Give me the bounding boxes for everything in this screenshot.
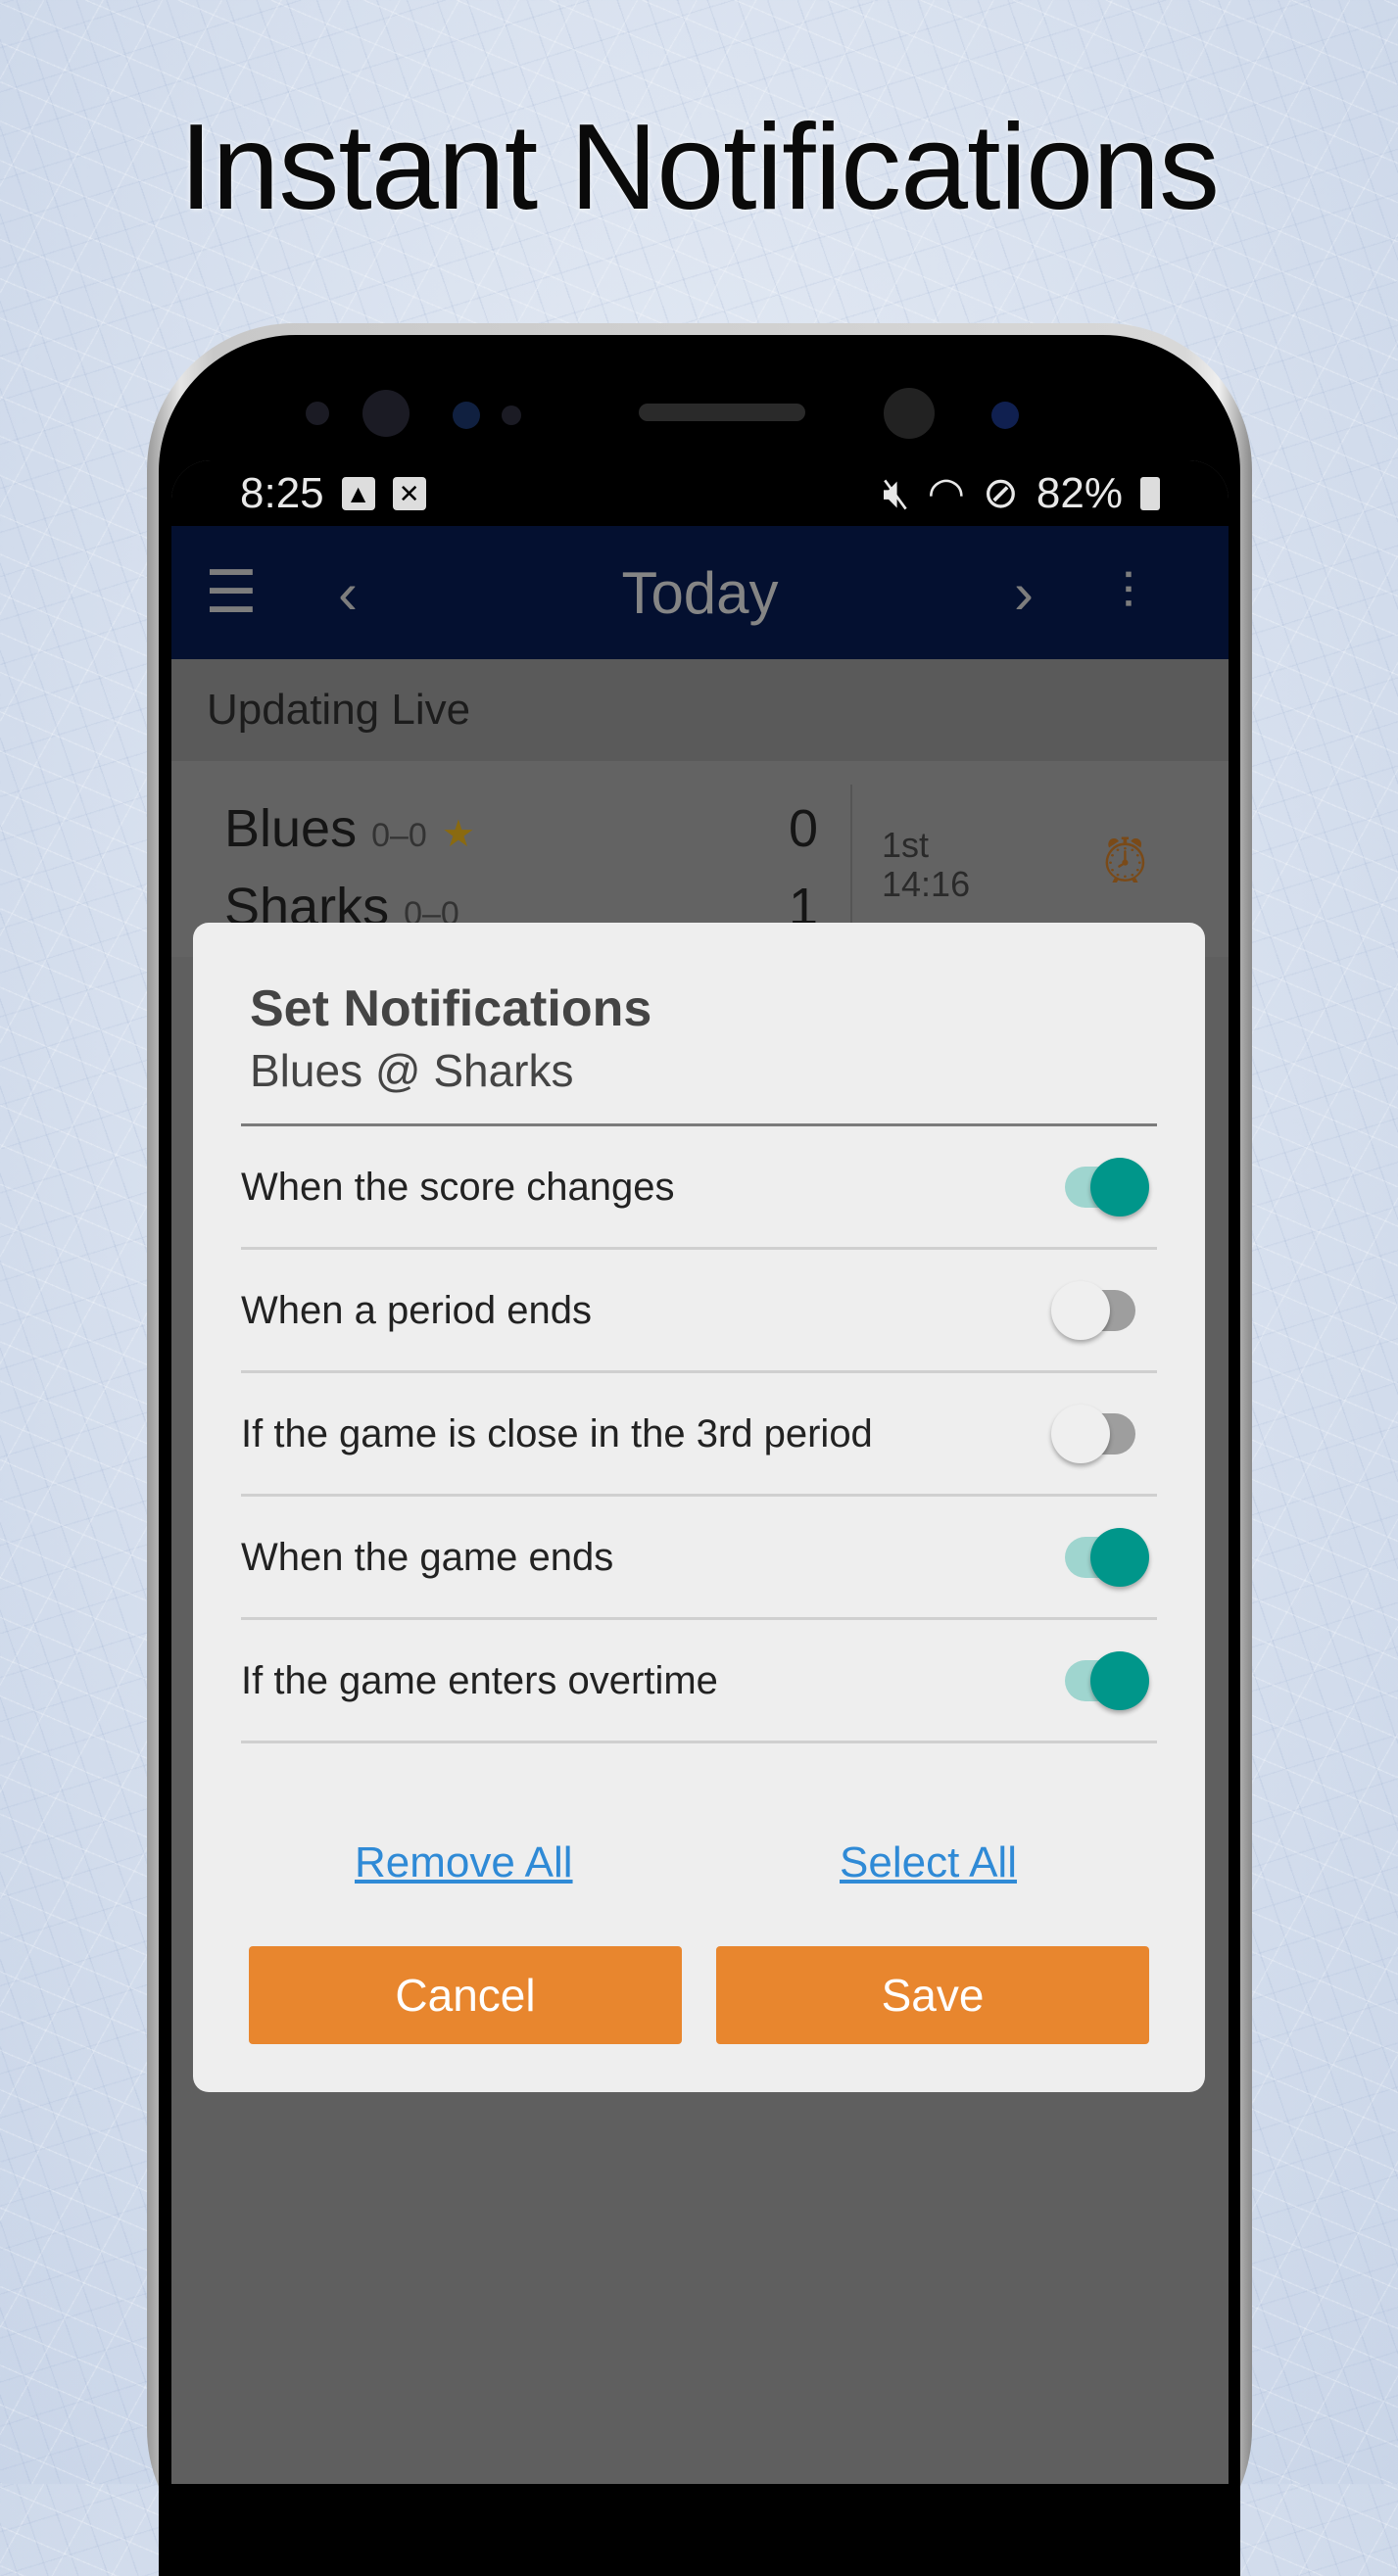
sensor-icon bbox=[502, 405, 521, 425]
toggle-switch[interactable] bbox=[1051, 1526, 1149, 1589]
away-record: 0–0 bbox=[371, 817, 427, 854]
remove-all-link[interactable]: Remove All bbox=[355, 1838, 573, 1887]
image-icon: ▲ bbox=[341, 476, 375, 510]
notifications-dialog: Set Notifications Blues @ Sharks When th… bbox=[193, 923, 1205, 2092]
sensor-icon bbox=[306, 402, 329, 425]
option-close-3rd-period[interactable]: If the game is close in the 3rd period bbox=[241, 1373, 1157, 1497]
away-team: Blues bbox=[224, 799, 358, 858]
mute-icon: 🔇︎ bbox=[882, 468, 910, 517]
sensor-icon bbox=[991, 402, 1019, 429]
alarm-set-icon[interactable]: ⏰︎ bbox=[1102, 828, 1148, 896]
save-button[interactable]: Save bbox=[716, 1946, 1149, 2044]
do-not-disturb-icon: ⊘ bbox=[983, 469, 1019, 517]
toggle-switch[interactable] bbox=[1051, 1156, 1149, 1218]
toggle-switch[interactable] bbox=[1051, 1279, 1149, 1342]
sensor-icon bbox=[453, 402, 480, 429]
wifi-icon: ◠ bbox=[927, 469, 966, 517]
status-time: 8:25 bbox=[240, 468, 324, 517]
dialog-subtitle: Blues @ Sharks bbox=[250, 1045, 574, 1096]
option-label: When the score changes bbox=[241, 1166, 675, 1209]
filter-sliders-icon[interactable]: ⫶ bbox=[1122, 563, 1134, 623]
phone-screen: 8:25 ▲ ✕ 🔇︎ ◠ ⊘ 82% ☰ ‹ Today › ⫶ Updati… bbox=[171, 460, 1229, 2484]
earpiece bbox=[639, 404, 805, 421]
option-overtime[interactable]: If the game enters overtime bbox=[241, 1620, 1157, 1743]
game-period: 1st bbox=[882, 825, 930, 865]
sensor-icon bbox=[362, 390, 410, 437]
option-label: If the game enters overtime bbox=[241, 1659, 718, 1702]
dialog-title: Set Notifications bbox=[250, 980, 652, 1037]
section-header: Updating Live bbox=[171, 659, 1229, 761]
next-day-icon[interactable]: › bbox=[1014, 559, 1034, 627]
camera-icon bbox=[884, 388, 935, 439]
game-clock: 14:16 bbox=[882, 864, 971, 904]
option-game-ends[interactable]: When the game ends bbox=[241, 1497, 1157, 1620]
option-score-changes[interactable]: When the score changes bbox=[241, 1126, 1157, 1250]
toggle-switch[interactable] bbox=[1051, 1649, 1149, 1712]
option-label: If the game is close in the 3rd period bbox=[241, 1412, 873, 1455]
app-bar: ☰ ‹ Today › ⫶ bbox=[171, 526, 1229, 659]
battery-icon bbox=[1140, 476, 1160, 510]
option-period-ends[interactable]: When a period ends bbox=[241, 1250, 1157, 1373]
option-label: When a period ends bbox=[241, 1289, 593, 1332]
cancel-button[interactable]: Cancel bbox=[249, 1946, 682, 2044]
option-label: When the game ends bbox=[241, 1536, 614, 1579]
away-score: 0 bbox=[789, 799, 819, 858]
app-bar-title: Today bbox=[621, 559, 779, 626]
file-close-icon: ✕ bbox=[392, 476, 426, 510]
battery-level: 82% bbox=[1036, 468, 1123, 517]
select-all-link[interactable]: Select All bbox=[840, 1838, 1017, 1887]
favorite-star-icon[interactable]: ★ bbox=[442, 814, 475, 855]
status-bar: 8:25 ▲ ✕ 🔇︎ ◠ ⊘ 82% bbox=[171, 460, 1229, 526]
toggle-switch[interactable] bbox=[1051, 1403, 1149, 1465]
headline: Instant Notifications bbox=[178, 100, 1220, 235]
